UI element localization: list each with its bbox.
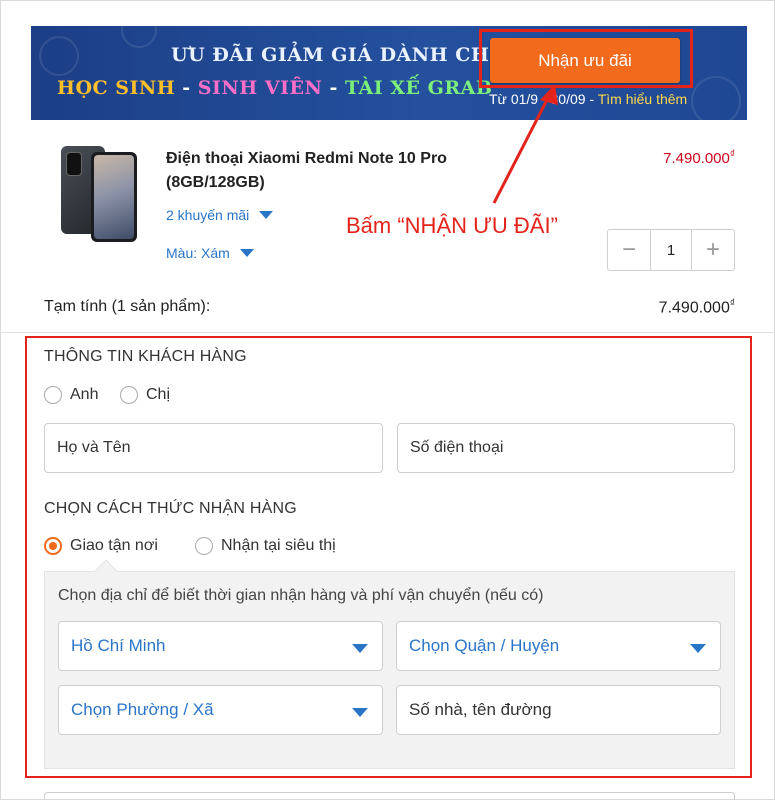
currency-symbol: ₫ bbox=[729, 149, 735, 160]
quantity-stepper: − 1 + bbox=[607, 229, 735, 271]
phone-front bbox=[91, 152, 137, 242]
audience-separator: - bbox=[322, 77, 345, 99]
color-label: Màu: Xám bbox=[166, 245, 230, 261]
currency-symbol: ₫ bbox=[729, 298, 735, 309]
chevron-down-icon bbox=[259, 211, 274, 219]
subtotal-value: 7.490.000₫ bbox=[659, 298, 735, 317]
color-dropdown[interactable]: Màu: Xám bbox=[166, 245, 254, 261]
audience-students: HỌC SINH bbox=[57, 77, 176, 99]
banner-doodle bbox=[121, 26, 157, 48]
banner-audience: HỌC SINH - SINH VIÊN - TÀI XẾ GRAB bbox=[57, 77, 492, 99]
decrease-quantity-button[interactable]: − bbox=[608, 230, 650, 270]
banner-doodle bbox=[691, 76, 741, 120]
learn-more-link[interactable]: Tìm hiểu thêm bbox=[598, 91, 687, 107]
banner-doodle bbox=[39, 36, 79, 76]
phone-screen bbox=[94, 155, 134, 239]
audience-university: SINH VIÊN bbox=[197, 77, 323, 99]
increase-quantity-button[interactable]: + bbox=[692, 230, 734, 270]
product-price-value: 7.490.000 bbox=[663, 150, 730, 167]
promotions-label: 2 khuyến mãi bbox=[166, 207, 250, 223]
product-price: 7.490.000₫ bbox=[663, 149, 735, 167]
section-divider bbox=[0, 332, 775, 333]
arrow-shaft bbox=[492, 91, 553, 204]
product-image[interactable] bbox=[61, 146, 138, 242]
banner-headline: ƯU ĐÃI GIẢM GIÁ DÀNH CHO bbox=[171, 44, 507, 66]
annotation-arrow-icon bbox=[492, 84, 558, 204]
audience-separator: - bbox=[175, 77, 198, 99]
subtotal-label: Tạm tính (1 sản phẩm): bbox=[44, 298, 211, 315]
camera-module bbox=[66, 152, 82, 176]
promotions-dropdown[interactable]: 2 khuyến mãi bbox=[166, 207, 274, 223]
next-field-edge bbox=[44, 792, 735, 800]
arrow-head bbox=[540, 84, 558, 105]
subtotal-amount: 7.490.000 bbox=[658, 299, 730, 317]
quantity-value[interactable]: 1 bbox=[650, 230, 692, 270]
form-section-highlight bbox=[25, 336, 752, 778]
audience-grab-drivers: TÀI XẾ GRAB bbox=[344, 77, 493, 99]
annotation-text: Bấm “NHẬN ƯU ĐÃI” bbox=[346, 213, 558, 238]
chevron-down-icon bbox=[239, 249, 254, 257]
product-name[interactable]: Điện thoại Xiaomi Redmi Note 10 Pro (8GB… bbox=[166, 147, 506, 195]
